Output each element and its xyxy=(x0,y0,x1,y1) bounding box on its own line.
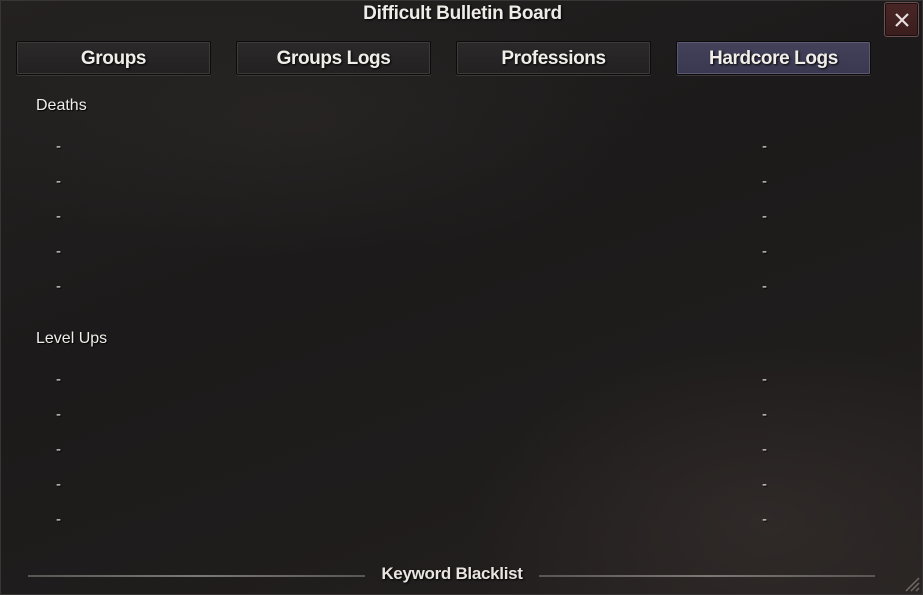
deaths-row-right: - xyxy=(762,243,767,260)
tab-hardcore-logs[interactable]: Hardcore Logs xyxy=(676,41,871,75)
level-ups-row: - - xyxy=(1,511,922,531)
level-ups-row-left: - xyxy=(56,371,61,388)
deaths-row-right: - xyxy=(762,173,767,190)
bulletin-board-window: Difficult Bulletin Board Groups Groups L… xyxy=(0,0,923,595)
level-ups-section-title: Level Ups xyxy=(36,330,108,347)
deaths-row: - - xyxy=(1,243,922,263)
deaths-row: - - xyxy=(1,173,922,193)
deaths-row-left: - xyxy=(56,243,61,260)
deaths-row-left: - xyxy=(56,208,61,225)
level-ups-row-left: - xyxy=(56,406,61,423)
footer-bar: Keyword Blacklist xyxy=(1,564,922,588)
window-title: Difficult Bulletin Board xyxy=(363,3,562,24)
level-ups-row-right: - xyxy=(762,371,767,388)
level-ups-row-right: - xyxy=(762,406,767,423)
level-ups-row-left: - xyxy=(56,511,61,528)
tab-professions[interactable]: Professions xyxy=(456,41,651,75)
level-ups-row: - - xyxy=(1,476,922,496)
deaths-row: - - xyxy=(1,208,922,228)
level-ups-row-right: - xyxy=(762,476,767,493)
level-ups-row-left: - xyxy=(56,476,61,493)
deaths-row-right: - xyxy=(762,208,767,225)
deaths-section-title: Deaths xyxy=(36,97,87,114)
level-ups-row: - - xyxy=(1,406,922,426)
deaths-row: - - xyxy=(1,138,922,158)
deaths-row-left: - xyxy=(56,173,61,190)
footer-divider-left xyxy=(28,575,365,577)
footer-divider-right xyxy=(539,575,875,577)
tab-groups[interactable]: Groups xyxy=(16,41,211,75)
level-ups-row-left: - xyxy=(56,441,61,458)
level-ups-row: - - xyxy=(1,441,922,461)
tab-groups-logs[interactable]: Groups Logs xyxy=(236,41,431,75)
deaths-row-left: - xyxy=(56,278,61,295)
close-icon xyxy=(895,13,909,27)
level-ups-row-right: - xyxy=(762,441,767,458)
tab-bar: Groups Groups Logs Professions Hardcore … xyxy=(16,41,876,75)
close-button[interactable] xyxy=(884,2,919,37)
deaths-row-right: - xyxy=(762,138,767,155)
deaths-row-left: - xyxy=(56,138,61,155)
level-ups-row-right: - xyxy=(762,511,767,528)
keyword-blacklist-button[interactable]: Keyword Blacklist xyxy=(365,564,539,584)
deaths-row-right: - xyxy=(762,278,767,295)
level-ups-row: - - xyxy=(1,371,922,391)
deaths-row: - - xyxy=(1,278,922,298)
resize-grip-icon[interactable] xyxy=(902,574,920,592)
